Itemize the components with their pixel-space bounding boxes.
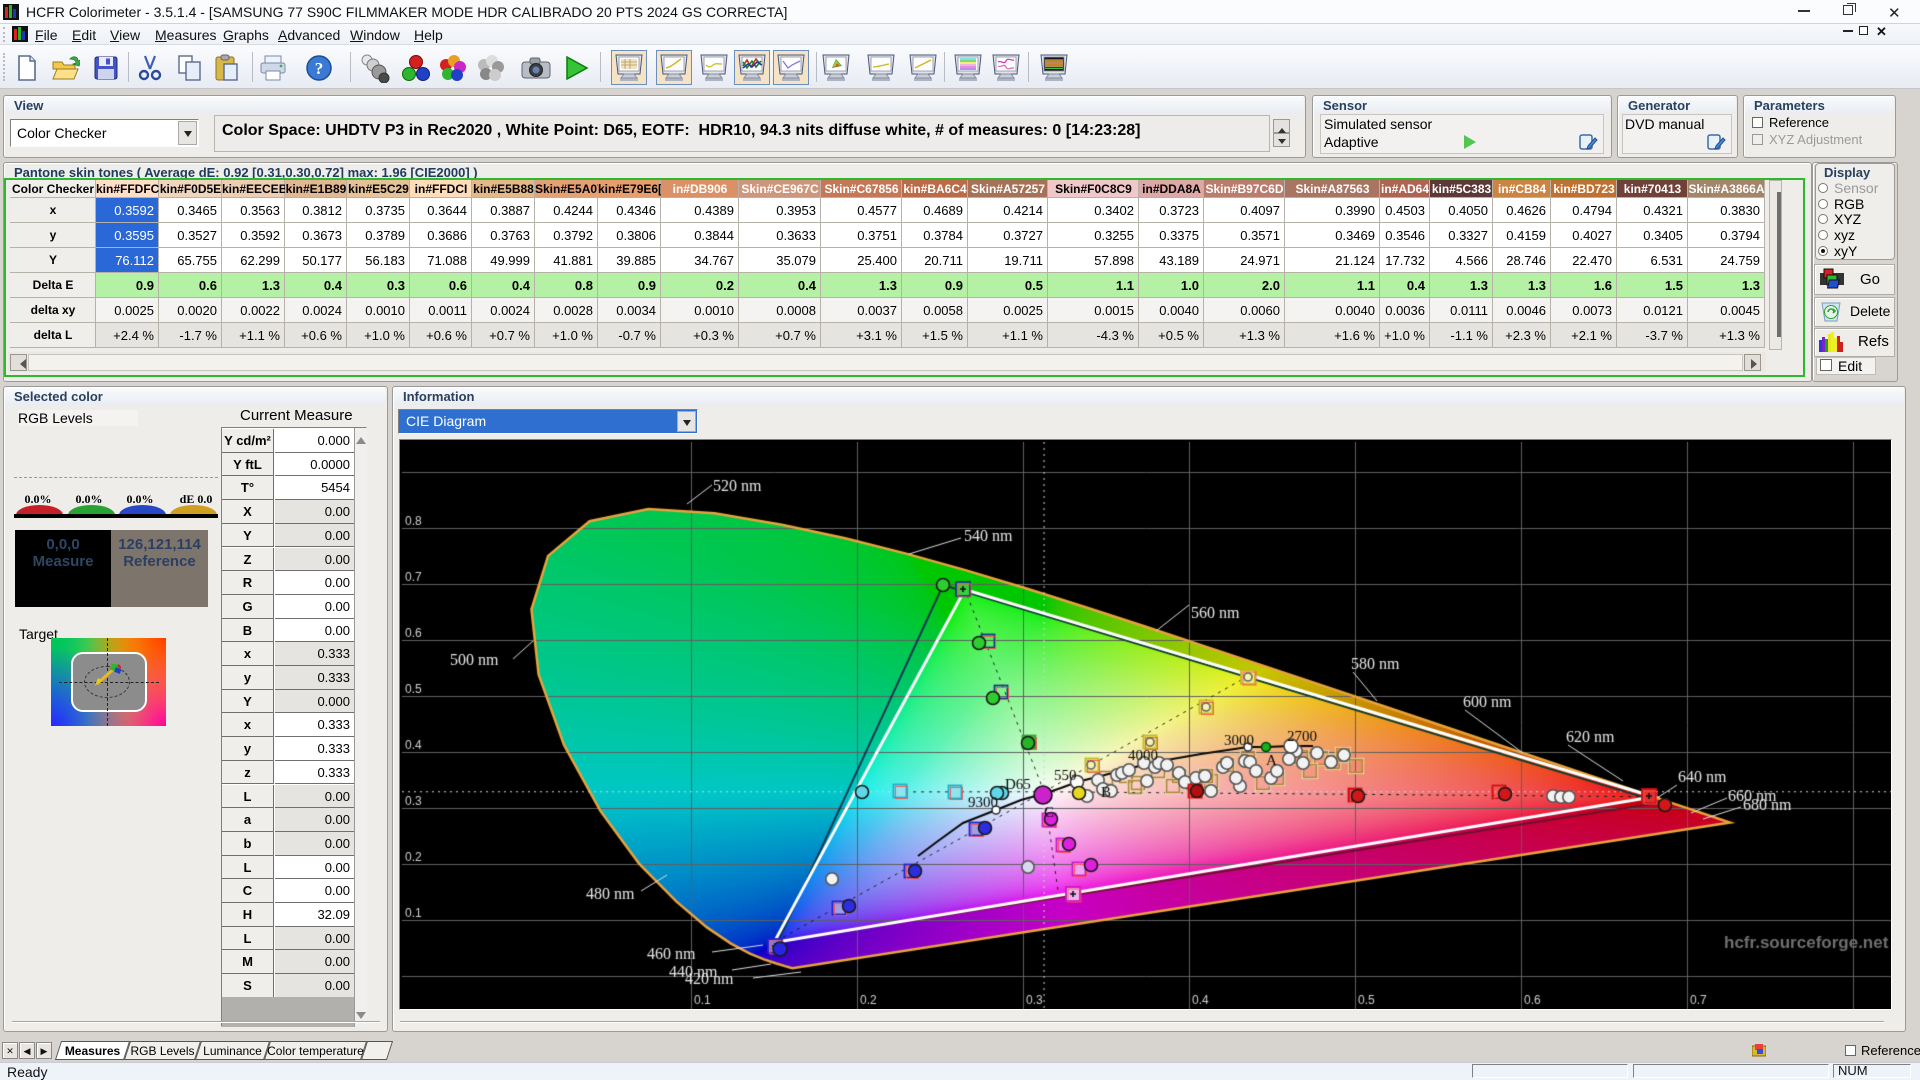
svg-text:?: ? [315,59,324,78]
